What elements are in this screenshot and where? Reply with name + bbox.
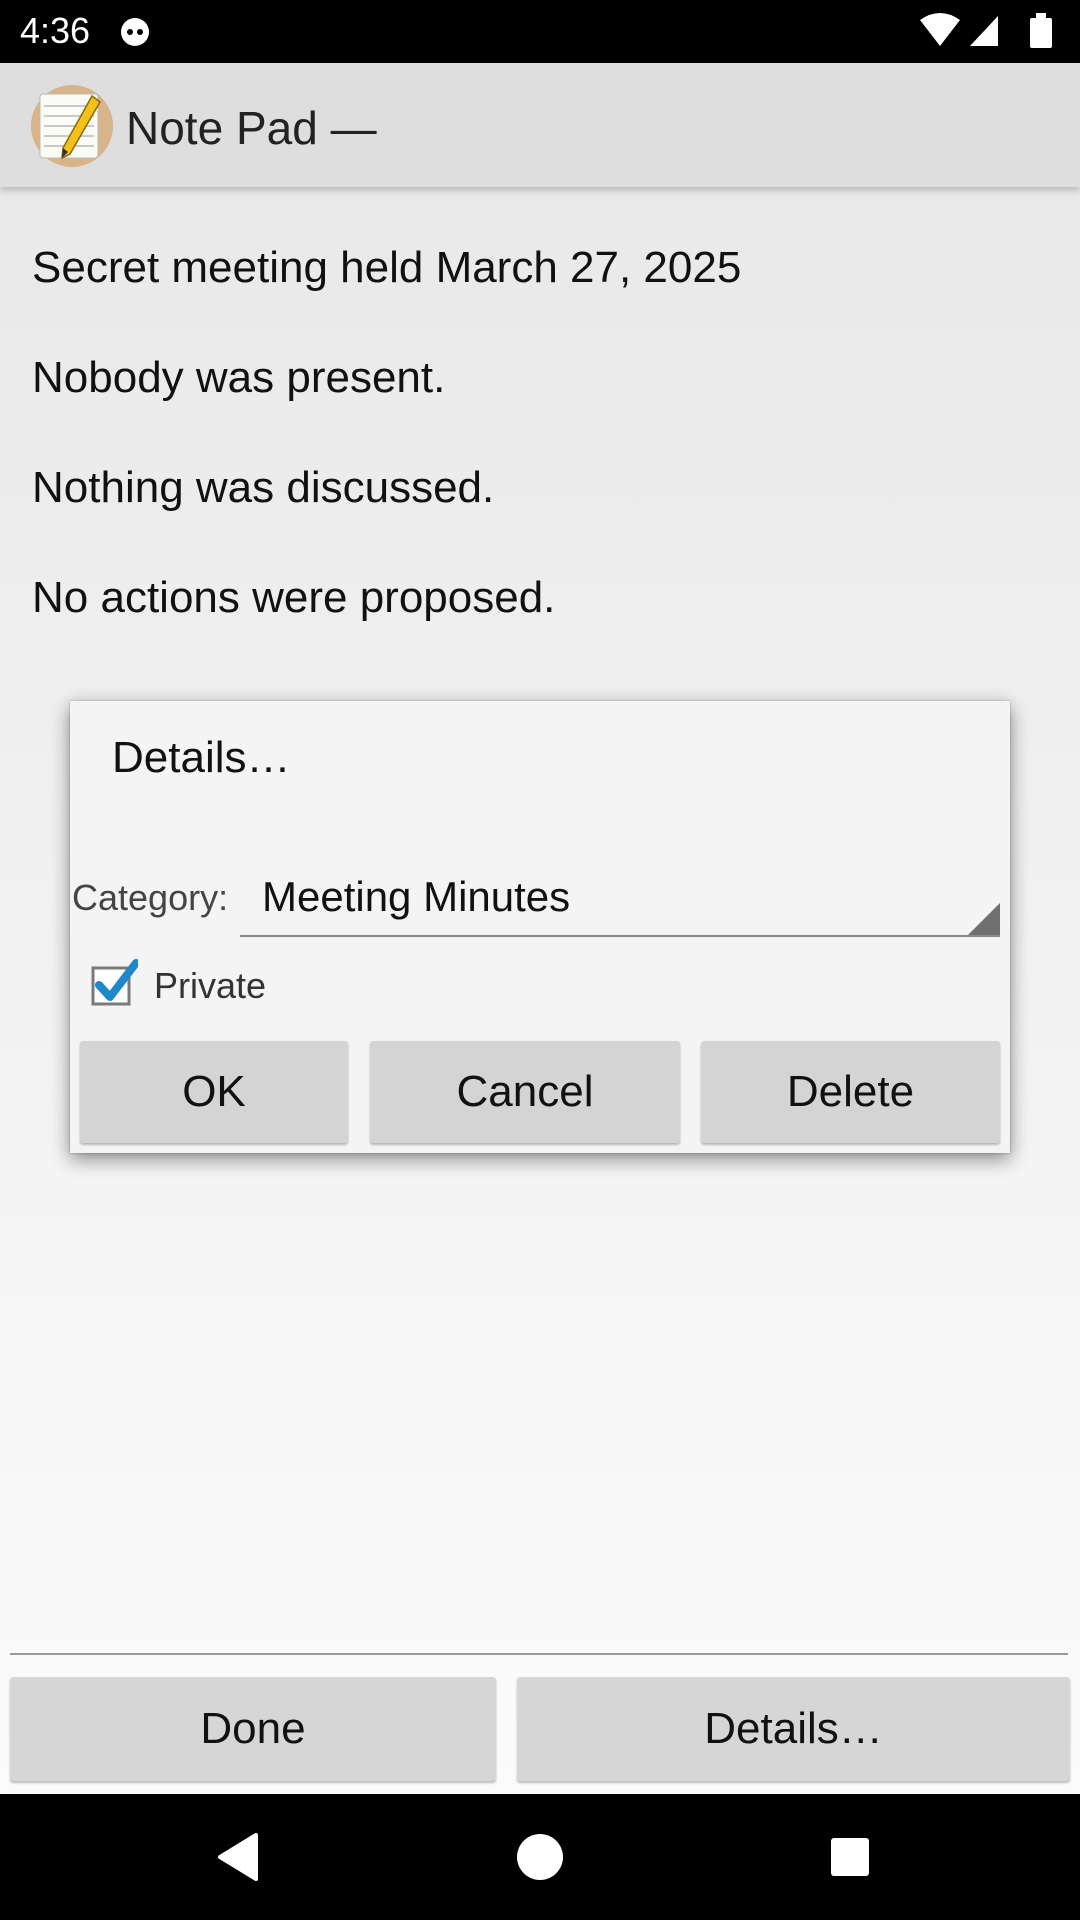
wifi-icon bbox=[920, 13, 960, 46]
dropdown-arrow-icon bbox=[968, 903, 1000, 935]
navigation-bar bbox=[0, 1794, 1080, 1920]
app-bar: Note Pad — bbox=[0, 63, 1080, 187]
details-dialog: Details… Category: Meeting Minutes Priva… bbox=[70, 701, 1010, 1153]
category-label: Category: bbox=[72, 877, 229, 918]
note-line: Nothing was discussed. bbox=[32, 463, 495, 512]
battery-icon bbox=[1030, 13, 1052, 48]
app-title: Note Pad — bbox=[126, 102, 377, 154]
category-value: Meeting Minutes bbox=[262, 873, 571, 920]
private-checkbox-row[interactable]: Private bbox=[90, 959, 390, 1009]
editor-underline bbox=[10, 1653, 1068, 1655]
cat-notification-icon bbox=[121, 18, 149, 46]
private-checkbox[interactable] bbox=[90, 959, 138, 1007]
note-line: No actions were proposed. bbox=[32, 573, 556, 622]
recents-icon[interactable] bbox=[820, 1827, 880, 1887]
note-line: Secret meeting held March 27, 2025 bbox=[32, 243, 742, 292]
done-button[interactable]: Done bbox=[10, 1677, 496, 1781]
ok-button[interactable]: OK bbox=[80, 1041, 348, 1143]
delete-button[interactable]: Delete bbox=[701, 1041, 1000, 1143]
signal-icon bbox=[970, 16, 998, 46]
back-icon[interactable] bbox=[210, 1827, 270, 1887]
status-icons bbox=[920, 13, 1052, 48]
home-icon[interactable] bbox=[510, 1827, 570, 1887]
cancel-button[interactable]: Cancel bbox=[370, 1041, 680, 1143]
private-label: Private bbox=[154, 965, 267, 1006]
status-bar: 4:36 bbox=[0, 0, 1080, 63]
dialog-title: Details… bbox=[112, 733, 291, 782]
category-dropdown[interactable]: Meeting Minutes bbox=[240, 859, 1000, 937]
details-button[interactable]: Details… bbox=[517, 1677, 1070, 1781]
notepad-app-icon bbox=[31, 85, 113, 167]
note-text[interactable]: Secret meeting held March 27, 2025 Nobod… bbox=[32, 213, 1052, 653]
note-line: Nobody was present. bbox=[32, 353, 446, 402]
status-time: 4:36 bbox=[20, 10, 91, 51]
